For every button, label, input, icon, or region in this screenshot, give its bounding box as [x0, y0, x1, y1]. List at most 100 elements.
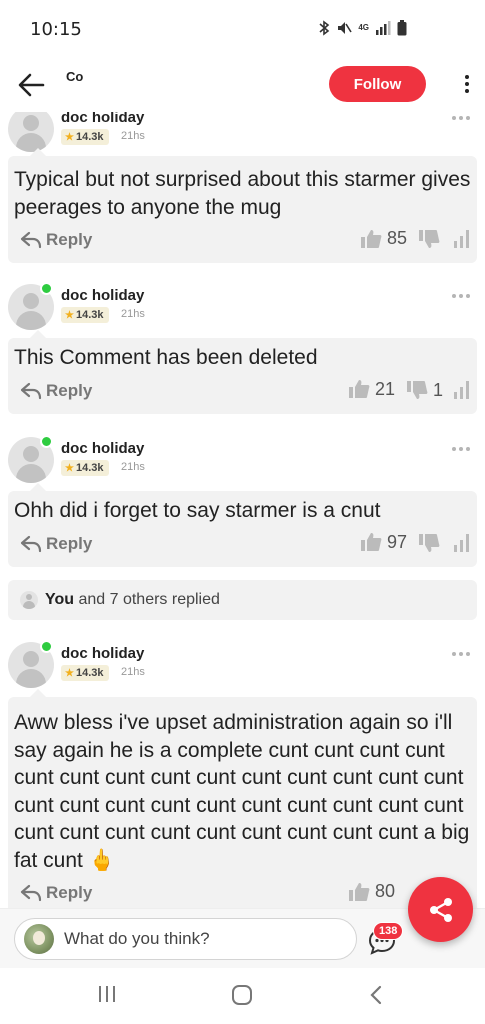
reply-arrow-icon — [20, 884, 42, 902]
stats-button[interactable] — [453, 380, 471, 404]
like-button[interactable]: 80 — [348, 881, 395, 902]
reply-arrow-icon — [20, 535, 42, 552]
system-back-button[interactable] — [368, 984, 384, 1011]
share-button[interactable] — [408, 877, 473, 942]
like-count: 97 — [387, 531, 408, 552]
comment-menu-button[interactable] — [452, 447, 470, 451]
thumbs-up-icon — [349, 882, 370, 901]
comment-author-row: doc holiday ★ 14.3k 21hs — [0, 435, 485, 485]
stats-button[interactable] — [453, 533, 471, 557]
thumbs-up-icon — [361, 229, 382, 248]
back-button[interactable] — [14, 68, 48, 102]
comments-count-badge: 138 — [373, 922, 404, 940]
home-button[interactable] — [231, 985, 253, 1010]
comment-menu-button[interactable] — [452, 294, 470, 298]
comment-time: 21hs — [121, 130, 145, 142]
replies-summary-text: You and 7 others replied — [45, 591, 220, 609]
comment-author-row: doc holiday ★ 14.3k 21hs — [0, 282, 485, 332]
battery-icon — [397, 20, 407, 36]
dislike-button[interactable] — [418, 533, 445, 553]
comment-actions: Reply 97 — [8, 525, 477, 567]
comment-input[interactable] — [64, 929, 334, 949]
score-value: 14.3k — [75, 462, 104, 474]
replies-summary[interactable]: You and 7 others replied — [8, 580, 477, 620]
bubble-notch — [30, 148, 46, 156]
author-name[interactable]: doc holiday — [61, 287, 144, 304]
top-header: Co Follow — [0, 60, 485, 112]
current-user-avatar — [24, 924, 54, 954]
thumbs-down-icon — [419, 533, 440, 552]
comment-menu-button[interactable] — [452, 652, 470, 656]
follow-button[interactable]: Follow — [329, 66, 426, 102]
reply-label: Reply — [46, 533, 93, 553]
bar-chart-icon — [454, 230, 469, 248]
like-button[interactable]: 97 — [360, 532, 407, 553]
comment-item: doc holiday ★ 14.3k 21hs Aww bless i've u… — [0, 640, 485, 908]
thumbs-down-icon — [407, 381, 428, 399]
recent-apps-button[interactable] — [97, 985, 117, 1008]
score-value: 14.3k — [75, 309, 104, 321]
user-score-badge: ★ 14.3k — [61, 129, 109, 145]
replies-you-label: You — [45, 591, 75, 608]
thumbs-up-icon — [349, 380, 370, 398]
thumbs-down-icon — [419, 230, 440, 248]
comment-author-row: doc holiday ★ 14.3k 21hs — [0, 112, 485, 154]
online-status-dot — [40, 282, 53, 295]
comments-feed[interactable]: doc holiday ★ 14.3k 21hs Typical but not … — [0, 112, 485, 908]
more-dot-icon — [465, 75, 469, 79]
like-button[interactable]: 21 — [348, 379, 395, 400]
bubble-notch — [30, 483, 46, 491]
chevron-left-icon — [370, 985, 382, 1005]
author-name[interactable]: doc holiday — [61, 112, 144, 126]
comment-time: 21hs — [121, 666, 145, 678]
replies-rest-label: and 7 others replied — [74, 591, 220, 608]
status-icons: 4G — [318, 20, 407, 36]
status-bar: 10:15 4G — [0, 0, 485, 60]
bar-chart-icon — [454, 533, 469, 552]
signal-icon — [376, 21, 391, 35]
bar-chart-icon — [454, 380, 469, 399]
star-icon: ★ — [65, 462, 74, 474]
reply-button[interactable]: Reply — [20, 883, 92, 903]
star-icon: ★ — [65, 667, 74, 679]
comment-item: doc holiday ★ 14.3k 21hs Ohh did i forget… — [0, 435, 485, 567]
network-type-label: 4G — [358, 23, 369, 32]
user-score-badge: ★ 14.3k — [61, 665, 109, 681]
dislike-button[interactable]: 1 — [406, 380, 443, 401]
like-count: 85 — [387, 228, 408, 248]
comment-actions: Reply 85 — [8, 221, 477, 263]
comment-menu-button[interactable] — [452, 116, 470, 120]
like-count: 80 — [375, 881, 396, 901]
like-button[interactable]: 85 — [360, 228, 407, 249]
reply-button[interactable]: Reply — [20, 230, 92, 250]
arrow-left-icon — [18, 73, 45, 97]
online-status-dot — [40, 640, 53, 653]
reply-button[interactable]: Reply — [20, 381, 92, 401]
user-score-badge: ★ 14.3k — [61, 460, 109, 476]
avatar — [20, 591, 38, 609]
comment-text: This Comment has been deleted — [14, 346, 318, 369]
score-value: 14.3k — [75, 131, 104, 143]
reply-button[interactable]: Reply — [20, 534, 92, 554]
avatar[interactable] — [8, 112, 54, 152]
stats-button[interactable] — [453, 230, 471, 253]
bubble-notch — [30, 689, 46, 697]
header-title: Co — [66, 69, 84, 84]
dislike-button[interactable] — [418, 229, 445, 249]
comment-author-row: doc holiday ★ 14.3k 21hs — [0, 640, 485, 690]
share-icon — [429, 897, 452, 922]
comment-time: 21hs — [121, 308, 145, 320]
reply-label: Reply — [46, 883, 93, 902]
mute-icon — [338, 22, 353, 34]
comment-text: Aww bless i've upset administration agai… — [14, 711, 470, 872]
author-name[interactable]: doc holiday — [61, 440, 144, 457]
app-screen: 10:15 4G Co Follow doc holiday ★ 14.3k 2… — [0, 0, 485, 1024]
home-icon — [232, 985, 252, 1005]
reply-label: Reply — [46, 230, 93, 249]
comment-actions: Reply 21 1 — [8, 372, 477, 414]
author-name[interactable]: doc holiday — [61, 645, 144, 662]
more-options-button[interactable] — [455, 72, 479, 96]
bluetooth-icon — [319, 20, 330, 36]
comment-item: doc holiday ★ 14.3k 21hs This Comment has… — [0, 282, 485, 414]
comment-input-wrapper[interactable] — [14, 918, 357, 960]
